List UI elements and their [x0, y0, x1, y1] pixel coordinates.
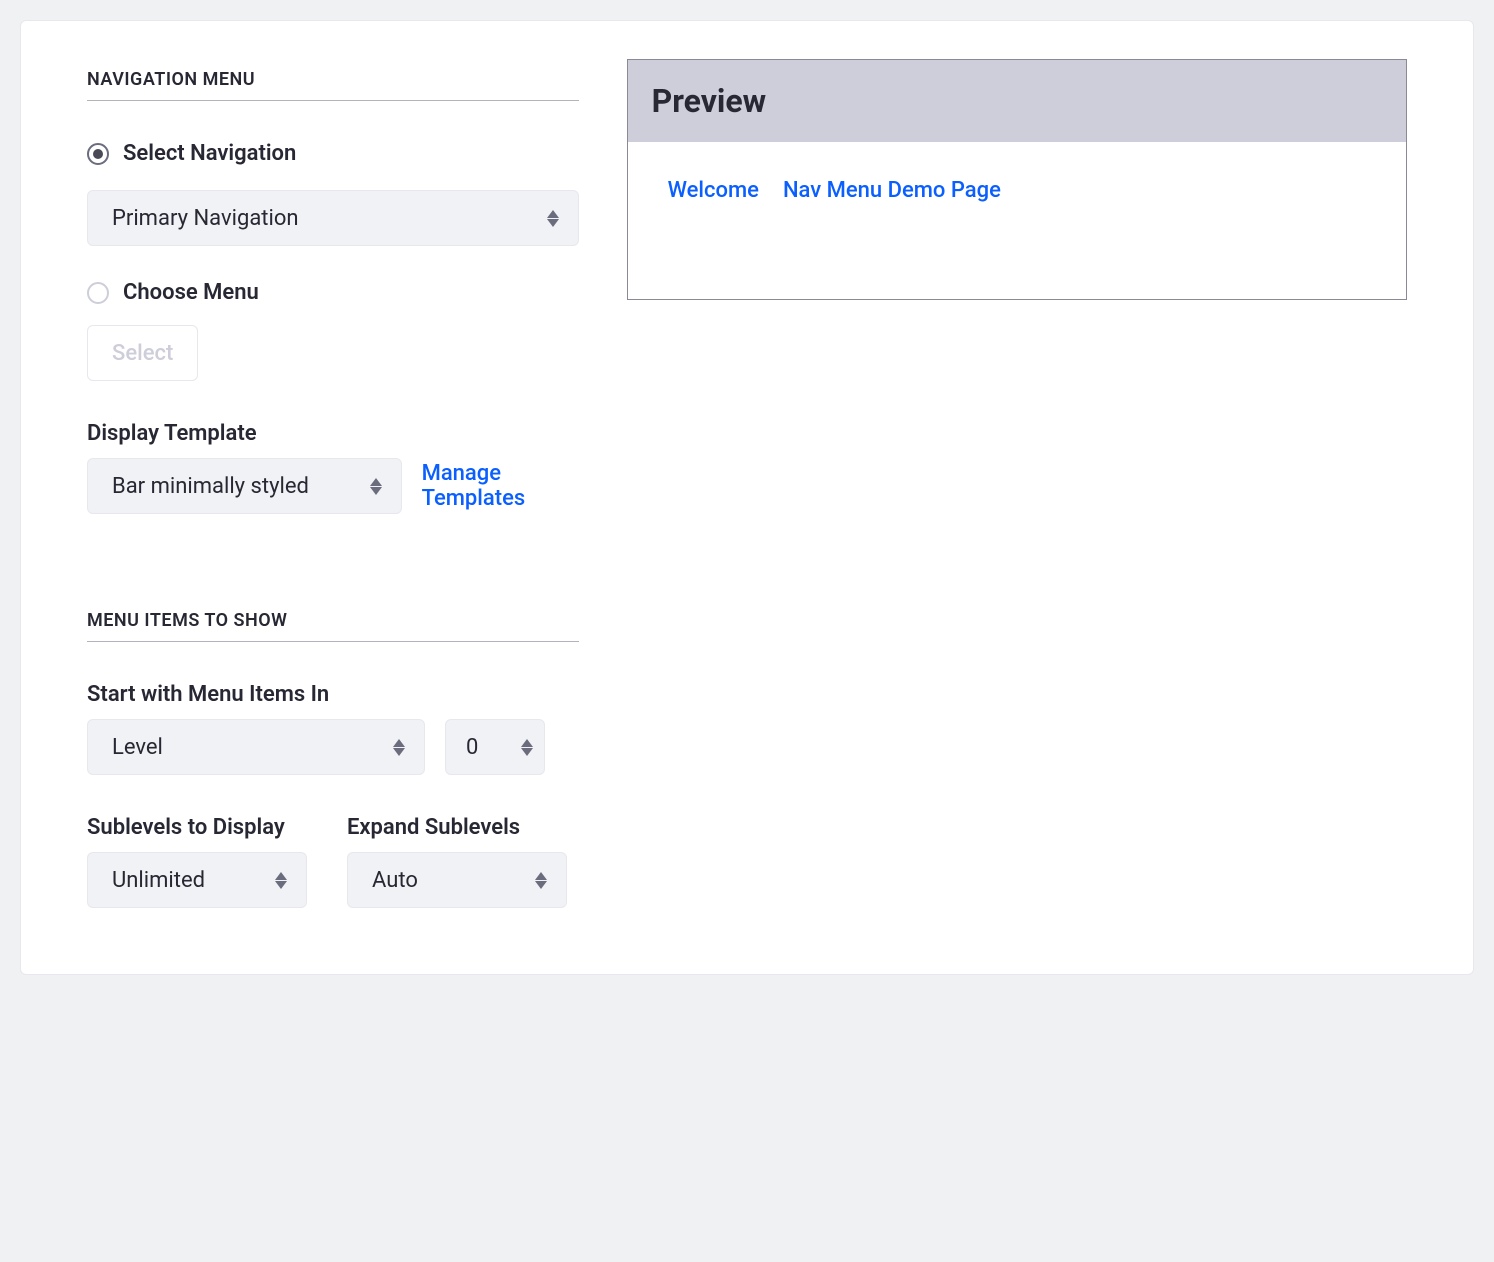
display-template-value: Bar minimally styled [112, 474, 309, 499]
radio-select-navigation[interactable] [87, 143, 109, 165]
radio-choose-menu[interactable] [87, 282, 109, 304]
display-template-dropdown[interactable]: Bar minimally styled [87, 458, 402, 514]
config-panel: NAVIGATION MENU Select Navigation Primar… [20, 20, 1474, 975]
preview-link-nav-menu-demo[interactable]: Nav Menu Demo Page [783, 178, 1001, 203]
sublevels-display-value: Unlimited [112, 868, 205, 893]
preview-title: Preview [652, 82, 1382, 120]
caret-sort-icon [369, 478, 383, 495]
start-level-number-dropdown[interactable]: 0 [445, 719, 545, 775]
start-with-field: Start with Menu Items In Level 0 [87, 682, 579, 775]
choose-menu-select-button-label: Select [112, 341, 173, 366]
preview-panel: Preview Welcome Nav Menu Demo Page [627, 59, 1407, 300]
right-column: Preview Welcome Nav Menu Demo Page [627, 69, 1407, 908]
caret-sort-icon [274, 872, 288, 889]
section-title-navigation-menu: NAVIGATION MENU [87, 69, 579, 101]
radio-label-select-navigation: Select Navigation [123, 141, 296, 166]
radio-label-choose-menu: Choose Menu [123, 280, 259, 305]
select-navigation-dropdown[interactable]: Primary Navigation [87, 190, 579, 246]
sublevels-display-dropdown[interactable]: Unlimited [87, 852, 307, 908]
expand-sublevels-dropdown[interactable]: Auto [347, 852, 567, 908]
radio-row-choose-menu: Choose Menu [87, 280, 579, 305]
caret-sort-icon [534, 872, 548, 889]
caret-sort-icon [546, 210, 560, 227]
preview-body: Welcome Nav Menu Demo Page [628, 142, 1406, 299]
manage-templates-link[interactable]: Manage Templates [422, 461, 579, 511]
radio-row-select-navigation: Select Navigation [87, 141, 579, 166]
start-with-label: Start with Menu Items In [87, 682, 579, 707]
expand-sublevels-value: Auto [372, 868, 418, 893]
caret-sort-icon [392, 739, 406, 756]
sublevels-display-label: Sublevels to Display [87, 815, 307, 840]
preview-link-welcome[interactable]: Welcome [668, 178, 759, 203]
start-level-value: Level [112, 735, 163, 760]
display-template-label: Display Template [87, 421, 579, 446]
select-navigation-value: Primary Navigation [112, 206, 299, 231]
choose-menu-select-button: Select [87, 325, 198, 381]
left-column: NAVIGATION MENU Select Navigation Primar… [87, 69, 579, 908]
sublevels-row: Sublevels to Display Unlimited Expand Su… [87, 815, 579, 908]
start-level-dropdown[interactable]: Level [87, 719, 425, 775]
display-template-field: Display Template Bar minimally styled Ma… [87, 421, 579, 514]
expand-sublevels-label: Expand Sublevels [347, 815, 567, 840]
section-title-menu-items: MENU ITEMS TO SHOW [87, 610, 579, 642]
start-level-number-value: 0 [466, 735, 478, 760]
caret-sort-icon [520, 739, 534, 756]
preview-header: Preview [628, 60, 1406, 142]
